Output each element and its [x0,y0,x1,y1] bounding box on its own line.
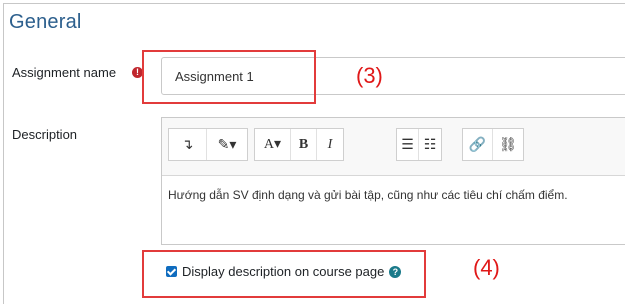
toolbar-group-format: ↴ ✎▾ [168,128,248,161]
link-icon[interactable]: 🔗 [463,129,493,160]
toolbar-group-lists: ☰ ☷ [396,128,442,161]
description-label: Description [12,127,78,142]
bold-button[interactable]: B [291,129,317,160]
annotation-label-4: (4) [473,255,500,280]
italic-button[interactable]: I [317,129,343,160]
collapse-toolbar-icon[interactable]: ↴ [169,129,207,160]
toolbar-group-links: 🔗 ⛓ [462,128,524,161]
unordered-list-icon[interactable]: ☰ [397,129,419,160]
toolbar-group-text: A▾ B I [254,128,344,161]
annotation-label-3: (3) [356,63,383,88]
font-size-button[interactable]: A▾ [255,129,291,160]
assignment-name-label: Assignment name [12,65,117,80]
annotation-box-3 [142,50,316,104]
section-title[interactable]: General [9,11,82,34]
style-brush-icon[interactable]: ✎▾ [207,129,247,160]
editor-toolbar: ↴ ✎▾ A▾ B I ☰ ☷ 🔗 ⛓ [162,118,625,176]
unlink-icon[interactable]: ⛓ [493,129,523,160]
description-content: Hướng dẫn SV định dạng và gửi bài tập, c… [168,188,568,202]
description-editor[interactable]: ↴ ✎▾ A▾ B I ☰ ☷ 🔗 ⛓ Hướng dẫn SV định dạ… [161,117,625,245]
ordered-list-icon[interactable]: ☷ [419,129,441,160]
annotation-box-4 [142,250,426,298]
